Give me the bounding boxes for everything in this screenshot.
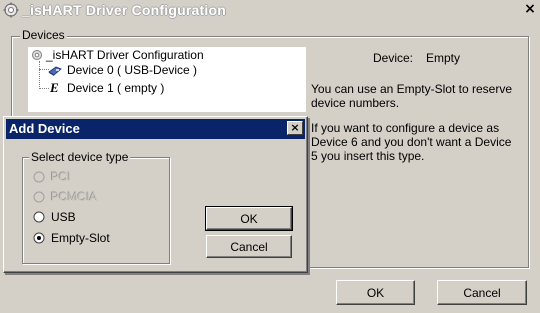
window-title: _isHART Driver Configuration (22, 2, 226, 18)
info-paragraph-1: You can use an Empty-Slot to reserve dev… (311, 82, 512, 110)
device-field-label: Device: (373, 51, 414, 65)
window-close-button[interactable]: × (523, 1, 537, 17)
dialog-title: Add Device (9, 121, 80, 136)
dialog-close-button[interactable]: × (287, 121, 303, 135)
radio-circle-icon (33, 211, 45, 223)
info-paragraph-2: If you want to configure a device as Dev… (311, 121, 512, 163)
device-type-group-label: Select device type (29, 150, 131, 164)
device-tree[interactable]: _isHART Driver Configuration Device 0 ( … (28, 47, 306, 112)
usb-device-icon (48, 66, 62, 76)
radio-circle-icon (33, 171, 45, 183)
main-ok-button[interactable]: OK (336, 280, 415, 305)
radio-selected-icon (33, 232, 45, 244)
tree-item-label: _isHART Driver Configuration (46, 48, 204, 62)
gear-icon (3, 2, 19, 18)
dialog-cancel-button[interactable]: Cancel (206, 235, 292, 258)
empty-slot-icon: E (50, 80, 59, 95)
dialog-title-bar: Add Device × (6, 119, 305, 139)
tree-item-label: Device 1 ( empty ) (67, 81, 165, 95)
main-cancel-button[interactable]: Cancel (437, 280, 527, 305)
radio-circle-icon (33, 191, 45, 203)
dialog-ok-button[interactable]: OK (205, 206, 293, 231)
tree-item-label: Device 0 ( USB-Device ) (67, 63, 198, 77)
main-title-bar: _isHART Driver Configuration × (0, 0, 540, 20)
device-field-value: Empty (426, 51, 461, 65)
devices-group-label: Devices (20, 28, 67, 42)
gear-icon (32, 50, 42, 60)
